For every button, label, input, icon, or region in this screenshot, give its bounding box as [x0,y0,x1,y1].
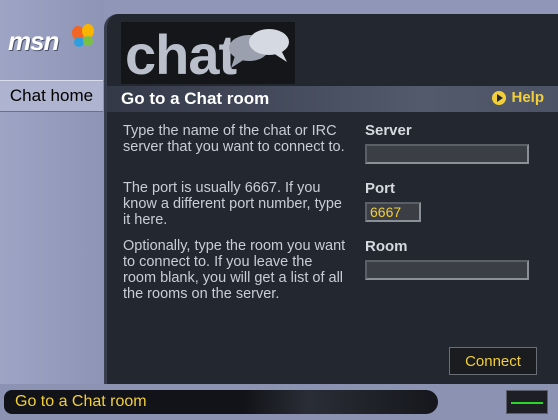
room-label: Room [365,238,408,255]
status-text: Go to a Chat room [15,393,147,410]
sidebar-item-label: Chat home [9,86,94,105]
connect-label: Connect [465,352,521,370]
room-input[interactable] [365,260,529,280]
connection-indicator [506,390,548,414]
speech-bubbles-icon [229,29,289,68]
logo-text: msn [8,26,59,56]
status-bar: Go to a Chat room [0,384,558,420]
server-instructions: Type the name of the chat or IRC server … [123,123,345,155]
main-panel: chat Go to a Chat room Help Type the nam… [104,14,558,384]
status-display: Go to a Chat room [4,390,438,414]
chat-banner: chat [121,22,295,86]
page-title: Go to a Chat room [121,89,270,108]
play-icon [492,90,507,105]
title-bar: Go to a Chat room Help [107,86,558,112]
sidebar-item-chat-home[interactable]: Chat home [0,80,103,112]
msn-logo[interactable]: msn [8,24,98,60]
server-label: Server [365,122,412,139]
signal-line-icon [511,402,543,404]
sidebar: msn Chat home [0,0,104,384]
help-link[interactable]: Help [492,89,544,106]
port-instructions: The port is usually 6667. If you know a … [123,180,342,228]
butterfly-icon [72,24,94,47]
connect-button[interactable]: Connect [449,347,537,375]
help-label: Help [511,89,544,106]
port-input[interactable] [365,202,421,222]
port-label: Port [365,180,395,197]
banner-word: chat [125,23,237,86]
server-input[interactable] [365,144,529,164]
room-instructions: Optionally, type the room you want to co… [123,238,346,302]
